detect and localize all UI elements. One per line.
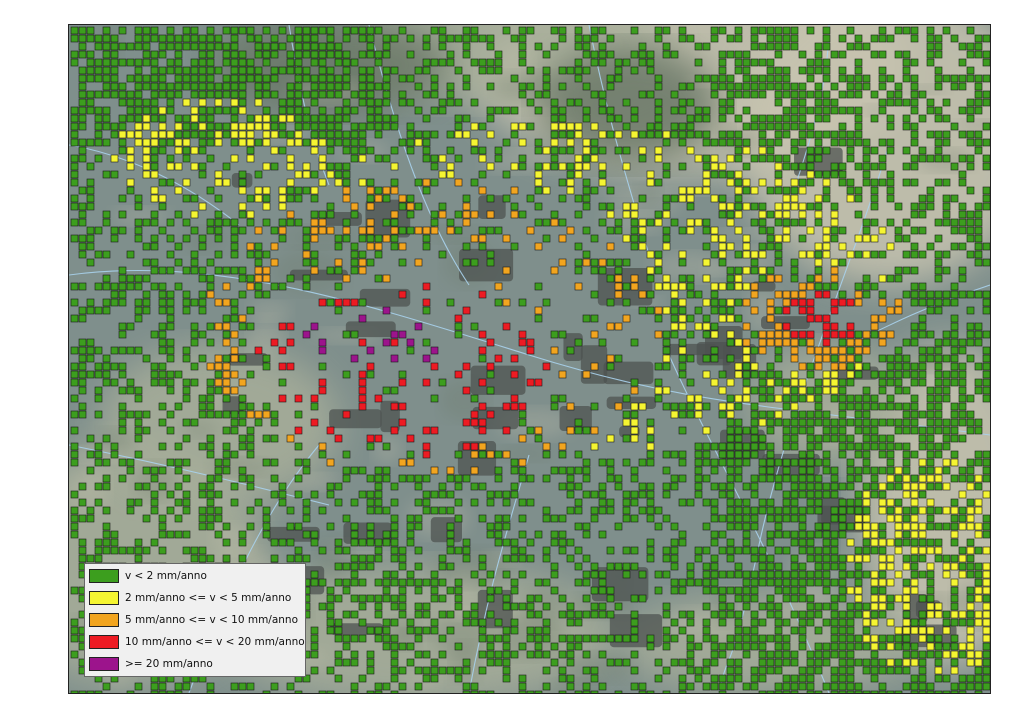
legend-swatch-yellow bbox=[89, 591, 119, 605]
legend-label: 5 mm/anno <= v < 10 mm/anno bbox=[125, 614, 298, 626]
legend-item-2-5: 2 mm/anno <= v < 5 mm/anno bbox=[89, 589, 291, 607]
legend-swatch-red bbox=[89, 635, 119, 649]
legend-label: 10 mm/anno <= v < 20 mm/anno bbox=[125, 636, 305, 648]
legend-swatch-purple bbox=[89, 657, 119, 671]
legend-label: v < 2 mm/anno bbox=[125, 570, 207, 582]
legend-item-lt2: v < 2 mm/anno bbox=[89, 567, 207, 585]
legend-item-10-20: 10 mm/anno <= v < 20 mm/anno bbox=[89, 633, 305, 651]
legend-item-ge20: >= 20 mm/anno bbox=[89, 655, 213, 673]
legend-item-5-10: 5 mm/anno <= v < 10 mm/anno bbox=[89, 611, 298, 629]
map-legend: v < 2 mm/anno 2 mm/anno <= v < 5 mm/anno… bbox=[84, 563, 306, 677]
legend-swatch-green bbox=[89, 569, 119, 583]
legend-label: >= 20 mm/anno bbox=[125, 658, 213, 670]
legend-label: 2 mm/anno <= v < 5 mm/anno bbox=[125, 592, 292, 604]
legend-swatch-orange bbox=[89, 613, 119, 627]
